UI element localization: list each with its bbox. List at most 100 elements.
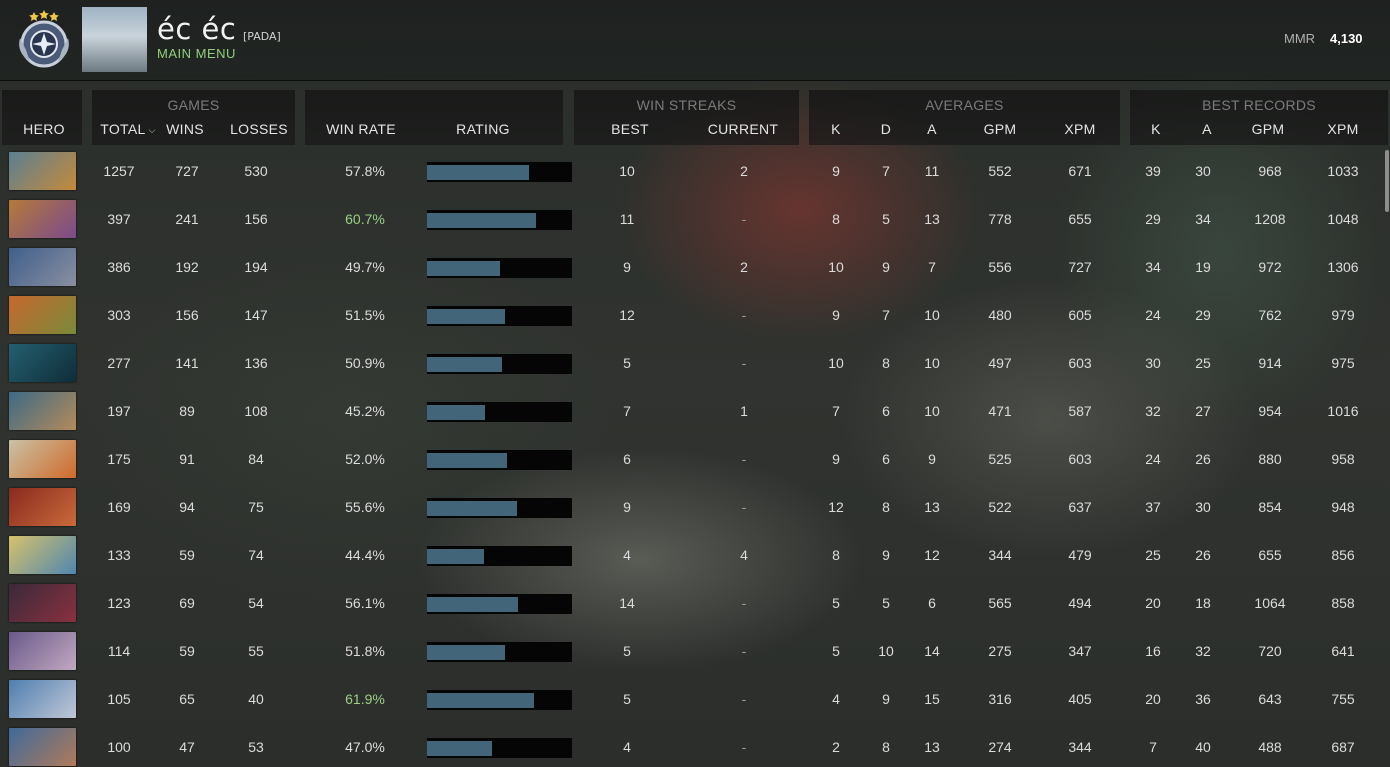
table-row[interactable]: 114 59 55 51.8% 5 - 5 10 14 275 347 16 32 720 641 xyxy=(0,628,1390,676)
cell-best-streak: 12 xyxy=(619,307,635,323)
table-row[interactable]: 169 94 75 55.6% 9 - 12 8 13 522 637 37 30 854 948 xyxy=(0,484,1390,532)
column-header-best-streak[interactable]: BEST xyxy=(600,121,660,137)
cell-wins: 89 xyxy=(179,403,195,419)
column-header-avg-xpm[interactable]: XPM xyxy=(1055,121,1105,137)
column-header-avg-kills[interactable]: K xyxy=(822,121,850,137)
hero-portrait-icon[interactable] xyxy=(9,584,76,622)
table-row[interactable]: 175 91 84 52.0% 6 - 9 6 9 525 603 24 26 880 958 xyxy=(0,436,1390,484)
cell-avg-xpm: 603 xyxy=(1068,355,1092,371)
column-header-hero[interactable]: HERO xyxy=(4,121,84,137)
column-header-best-gpm[interactable]: GPM xyxy=(1243,121,1293,137)
table-scrollbar[interactable] xyxy=(1385,150,1389,212)
cell-wins: 59 xyxy=(179,547,195,563)
rating-bar-fill xyxy=(427,405,485,420)
column-header-best-xpm[interactable]: XPM xyxy=(1318,121,1368,137)
cell-best-gpm: 488 xyxy=(1258,739,1282,755)
cell-avg-gpm: 316 xyxy=(988,691,1012,707)
cell-avg-kills: 9 xyxy=(832,163,840,179)
cell-losses: 54 xyxy=(248,595,264,611)
hero-portrait-icon[interactable] xyxy=(9,248,76,286)
table-row[interactable]: 133 59 74 44.4% 4 4 8 9 12 344 479 25 26 655 856 xyxy=(0,532,1390,580)
rating-bar-fill xyxy=(427,309,505,324)
cell-avg-kills: 4 xyxy=(832,691,840,707)
hero-portrait-icon[interactable] xyxy=(9,344,76,382)
cell-best-xpm: 687 xyxy=(1331,739,1355,755)
cell-win-rate: 44.4% xyxy=(345,547,385,563)
hero-portrait-icon[interactable] xyxy=(9,392,76,430)
cell-best-gpm: 762 xyxy=(1258,307,1282,323)
cell-best-gpm: 972 xyxy=(1258,259,1282,275)
cell-best-streak: 9 xyxy=(623,499,631,515)
cell-wins: 91 xyxy=(179,451,195,467)
hero-portrait-icon[interactable] xyxy=(9,632,76,670)
column-header-losses[interactable]: LOSSES xyxy=(226,121,292,137)
table-row[interactable]: 197 89 108 45.2% 7 1 7 6 10 471 587 32 27 954 1016 xyxy=(0,388,1390,436)
cell-avg-gpm: 480 xyxy=(988,307,1012,323)
cell-losses: 147 xyxy=(244,307,268,323)
table-row[interactable]: 277 141 136 50.9% 5 - 10 8 10 497 603 30 25 914 975 xyxy=(0,340,1390,388)
table-row[interactable]: 105 65 40 61.9% 5 - 4 9 15 316 405 20 36 643 755 xyxy=(0,676,1390,724)
cell-losses: 194 xyxy=(244,259,268,275)
cell-avg-deaths: 5 xyxy=(882,595,890,611)
hero-portrait-icon[interactable] xyxy=(9,488,76,526)
cell-total: 1257 xyxy=(103,163,135,179)
hero-stats-table: 1257 727 530 57.8% 10 2 9 7 11 552 671 39 30 968 1033 3… xyxy=(0,148,1390,767)
cell-best-assists: 26 xyxy=(1195,547,1211,563)
column-header-avg-gpm[interactable]: GPM xyxy=(975,121,1025,137)
column-header-win-rate[interactable]: WIN RATE xyxy=(318,121,404,137)
hero-portrait-icon[interactable] xyxy=(9,536,76,574)
cell-avg-deaths: 8 xyxy=(882,499,890,515)
table-row[interactable]: 100 47 53 47.0% 4 - 2 8 13 274 344 7 40 488 687 xyxy=(0,724,1390,767)
cell-best-xpm: 1048 xyxy=(1327,211,1359,227)
table-row[interactable]: 303 156 147 51.5% 12 - 9 7 10 480 605 24 29 762 979 xyxy=(0,292,1390,340)
cell-avg-xpm: 671 xyxy=(1068,163,1092,179)
cell-avg-xpm: 637 xyxy=(1068,499,1092,515)
cell-losses: 156 xyxy=(244,211,268,227)
column-header-avg-assists[interactable]: A xyxy=(918,121,946,137)
cell-best-streak: 5 xyxy=(623,691,631,707)
table-row[interactable]: 1257 727 530 57.8% 10 2 9 7 11 552 671 39 30 968 1033 xyxy=(0,148,1390,196)
rating-bar-fill xyxy=(427,741,492,756)
hero-portrait-icon[interactable] xyxy=(9,728,76,766)
profile-header: éc éc [PADA] MAIN MENU MMR 4,130 xyxy=(0,0,1390,81)
column-header-total[interactable]: TOTAL ⌵ xyxy=(92,121,164,137)
cell-best-assists: 29 xyxy=(1195,307,1211,323)
hero-portrait-icon[interactable] xyxy=(9,152,76,190)
cell-avg-xpm: 587 xyxy=(1068,403,1092,419)
column-header-current-streak[interactable]: CURRENT xyxy=(698,121,788,137)
cell-best-streak: 9 xyxy=(623,259,631,275)
column-header-avg-deaths[interactable]: D xyxy=(872,121,900,137)
cell-avg-xpm: 603 xyxy=(1068,451,1092,467)
hero-portrait-icon[interactable] xyxy=(9,440,76,478)
cell-best-assists: 34 xyxy=(1195,211,1211,227)
group-title-best-records: BEST RECORDS xyxy=(1202,97,1316,113)
table-row[interactable]: 123 69 54 56.1% 14-5 5 6 565 494 20 18 1064 858 xyxy=(0,580,1390,628)
rating-bar xyxy=(427,546,572,566)
rating-bar xyxy=(427,642,572,662)
cell-win-rate: 55.6% xyxy=(345,499,385,515)
column-header-best-kills[interactable]: K xyxy=(1142,121,1170,137)
column-header-best-assists[interactable]: A xyxy=(1193,121,1221,137)
rating-bar xyxy=(427,402,572,422)
cell-best-streak: 11 xyxy=(619,211,635,227)
hero-portrait-icon[interactable] xyxy=(9,200,76,238)
column-header-rating[interactable]: RATING xyxy=(440,121,526,137)
table-row[interactable]: 397 241 156 60.7% 11 - 8 5 13 778 655 29 34 1208 1048 xyxy=(0,196,1390,244)
player-avatar[interactable] xyxy=(82,7,147,72)
cell-current-streak: 1 xyxy=(740,403,748,419)
rating-bar xyxy=(427,498,572,518)
cell-best-kills: 20 xyxy=(1145,595,1161,611)
main-menu-link[interactable]: MAIN MENU xyxy=(157,46,236,61)
cell-best-kills: 32 xyxy=(1145,403,1161,419)
hero-portrait-icon[interactable] xyxy=(9,296,76,334)
group-title-win-streaks: WIN STREAKS xyxy=(636,97,737,113)
sort-descending-icon: ⌵ xyxy=(148,124,156,135)
hero-portrait-icon[interactable] xyxy=(9,680,76,718)
cell-avg-deaths: 9 xyxy=(882,547,890,563)
cell-losses: 55 xyxy=(248,643,264,659)
column-header-wins[interactable]: WINS xyxy=(159,121,211,137)
cell-avg-xpm: 344 xyxy=(1068,739,1092,755)
table-row[interactable]: 386 192 194 49.7% 9 2 10 9 7 556 727 34 19 972 1306 xyxy=(0,244,1390,292)
cell-best-gpm: 1208 xyxy=(1254,211,1286,227)
cell-avg-assists: 13 xyxy=(924,739,940,755)
